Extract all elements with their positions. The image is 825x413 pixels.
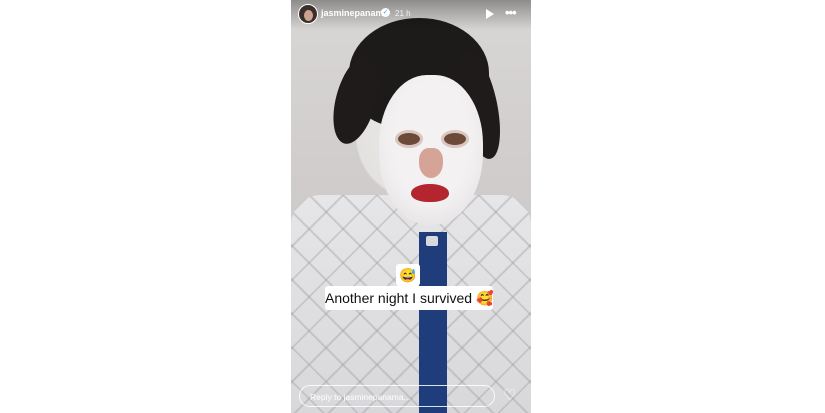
emoji-sticker: 😅 [396, 264, 420, 286]
more-options-icon[interactable]: ••• [505, 5, 517, 20]
reply-input[interactable]: Reply to jasminepanama... [299, 385, 495, 407]
verified-badge-icon: ✓ [381, 8, 390, 17]
avatar[interactable] [298, 4, 318, 24]
play-icon[interactable] [486, 9, 494, 19]
post-time: 21 h [395, 9, 411, 18]
heart-icon[interactable]: ♡ [503, 388, 516, 403]
story-viewer[interactable]: jasminepanama ✓ 21 h ••• 😅 Another night… [291, 0, 531, 413]
caption-sticker: Another night I survived 🥰 [325, 286, 493, 310]
username[interactable]: jasminepanama [321, 8, 389, 18]
